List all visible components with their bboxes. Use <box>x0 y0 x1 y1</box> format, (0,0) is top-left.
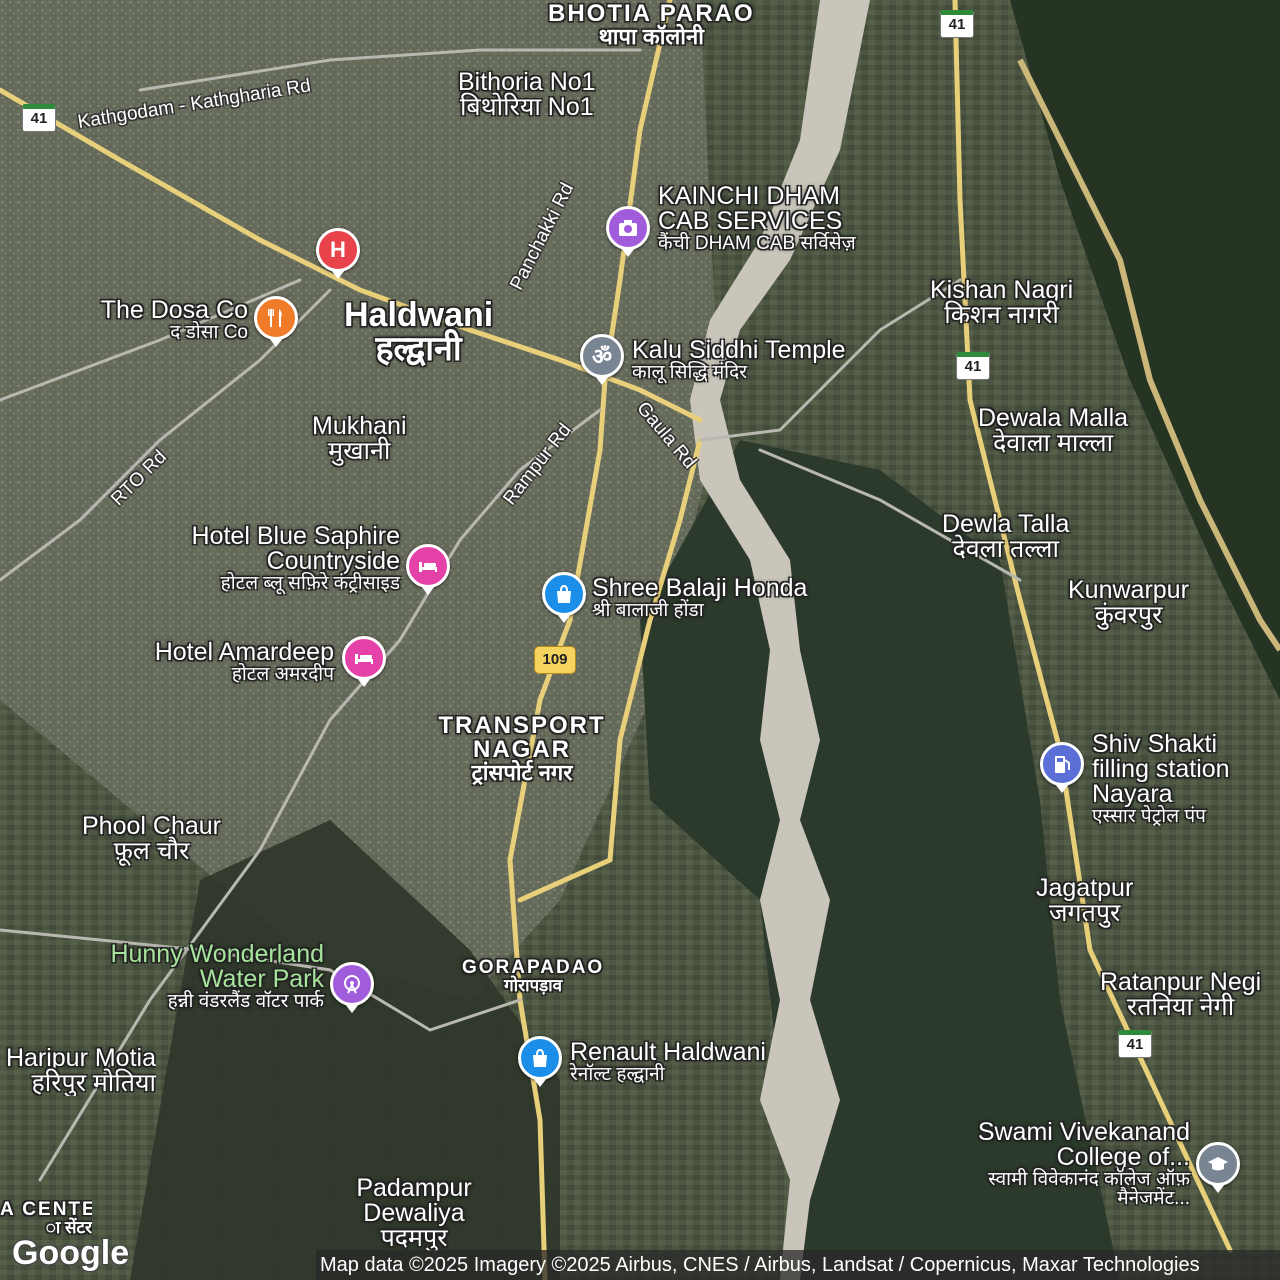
shopping-bag-icon <box>557 584 571 603</box>
highway-shield-41: 41 <box>940 10 974 38</box>
highway-shield-41: 41 <box>956 352 990 380</box>
poi-amardeep-pin[interactable] <box>342 636 386 687</box>
poi-hunny-wonderland-label[interactable]: Hunny Wonderland Water Park हन्नी वंडरलैं… <box>84 942 324 1012</box>
poi-kainchi-dham-pin[interactable] <box>606 206 650 257</box>
place-phool-chaur[interactable]: Phool Chaur फ़ूल चौर <box>82 814 221 864</box>
place-padampur[interactable]: Padampur Dewaliya पदमपुर <box>348 1176 480 1251</box>
place-bithoria[interactable]: Bithoria No1 बिथोरिया No1 <box>458 70 596 120</box>
poi-balaji-honda-pin[interactable] <box>542 572 586 623</box>
highway-shield-41: 41 <box>1118 1030 1152 1058</box>
school-icon <box>1208 1157 1228 1171</box>
poi-swami-vivekanand-pin[interactable] <box>1196 1142 1240 1193</box>
bed-icon <box>419 562 437 572</box>
poi-hunny-wonderland-pin[interactable] <box>330 962 374 1013</box>
place-haldwani[interactable]: Haldwani हल्द्वानी <box>344 298 493 366</box>
poi-kainchi-dham-label[interactable]: KAINCHI DHAM CAB SERVICES कैंची DHAM CAB … <box>658 184 858 254</box>
poi-blue-saphire-label[interactable]: Hotel Blue Saphire Countryside होटल ब्लू … <box>160 524 400 594</box>
poi-dosa-co-pin[interactable] <box>254 296 298 347</box>
place-dewla-talla[interactable]: Dewla Talla देवला तल्ला <box>942 512 1069 562</box>
poi-shiv-shakti-label[interactable]: Shiv Shakti filling station Nayara एस्सार… <box>1092 732 1280 826</box>
place-dewala-malla[interactable]: Dewala Malla देवाला माल्ला <box>978 406 1128 456</box>
poi-hospital-pin[interactable]: H <box>316 228 360 279</box>
amusement-icon <box>344 975 360 994</box>
fuel-icon <box>1055 756 1070 773</box>
poi-shiv-shakti-pin[interactable] <box>1040 742 1084 793</box>
poi-blue-saphire-pin[interactable] <box>406 544 450 595</box>
poi-amardeep-label[interactable]: Hotel Amardeep होटल अमरदीप <box>128 640 334 685</box>
place-a-center[interactable]: A CENTERा सेंटर <box>0 1200 92 1236</box>
place-ratanpur-negi[interactable]: Ratanpur Negi रतनिया नेगी <box>1100 970 1261 1020</box>
camera-icon <box>619 220 637 236</box>
place-mukhani[interactable]: Mukhani मुखानी <box>312 414 407 464</box>
place-transport-nagar[interactable]: TRANSPORT NAGAR ट्रांसपोर्ट नगर <box>428 714 616 784</box>
highway-shield-41: 41 <box>22 104 56 132</box>
place-haripur-motia[interactable]: Haripur Motia हरिपुर मोतिया <box>0 1046 156 1096</box>
om-icon: ॐ <box>591 344 613 369</box>
poi-swami-vivekanand-label[interactable]: Swami Vivekanand College of... स्वामी विव… <box>940 1120 1190 1209</box>
place-bhotia-parao[interactable]: BHOTIA PARAO थापा कॉलोनी <box>548 2 755 48</box>
poi-balaji-honda-label[interactable]: Shree Balaji Honda श्री बालाजी होंडा <box>592 576 807 621</box>
map-attribution[interactable]: Map data ©2025 Imagery ©2025 Airbus, CNE… <box>316 1250 1280 1280</box>
shopping-bag-icon <box>533 1048 547 1067</box>
hospital-icon: H <box>330 237 346 262</box>
place-jagatpur[interactable]: Jagatpur जगतपुर <box>1036 876 1133 926</box>
restaurant-icon <box>268 309 282 327</box>
highway-shield-109: 109 <box>534 646 576 674</box>
poi-renault-label[interactable]: Renault Haldwani रेनॉल्ट हल्द्वानी <box>570 1040 766 1085</box>
google-logo: Google <box>12 1234 130 1272</box>
poi-dosa-co-label[interactable]: The Dosa Co द डोसा Co <box>88 298 248 343</box>
place-gorapadao[interactable]: GORAPADAO गोरापड़ाव <box>462 958 604 994</box>
poi-kalu-siddhi-label[interactable]: Kalu Siddhi Temple कालू सिद्धि मंदिर <box>632 338 846 383</box>
poi-renault-pin[interactable] <box>518 1036 562 1087</box>
poi-kalu-siddhi-pin[interactable]: ॐ <box>580 334 624 385</box>
bed-icon <box>355 654 373 664</box>
place-kishan-nagri[interactable]: Kishan Nagri किशन नागरी <box>930 278 1073 328</box>
place-kunwarpur[interactable]: Kunwarpur कुंवरपुर <box>1068 578 1189 628</box>
